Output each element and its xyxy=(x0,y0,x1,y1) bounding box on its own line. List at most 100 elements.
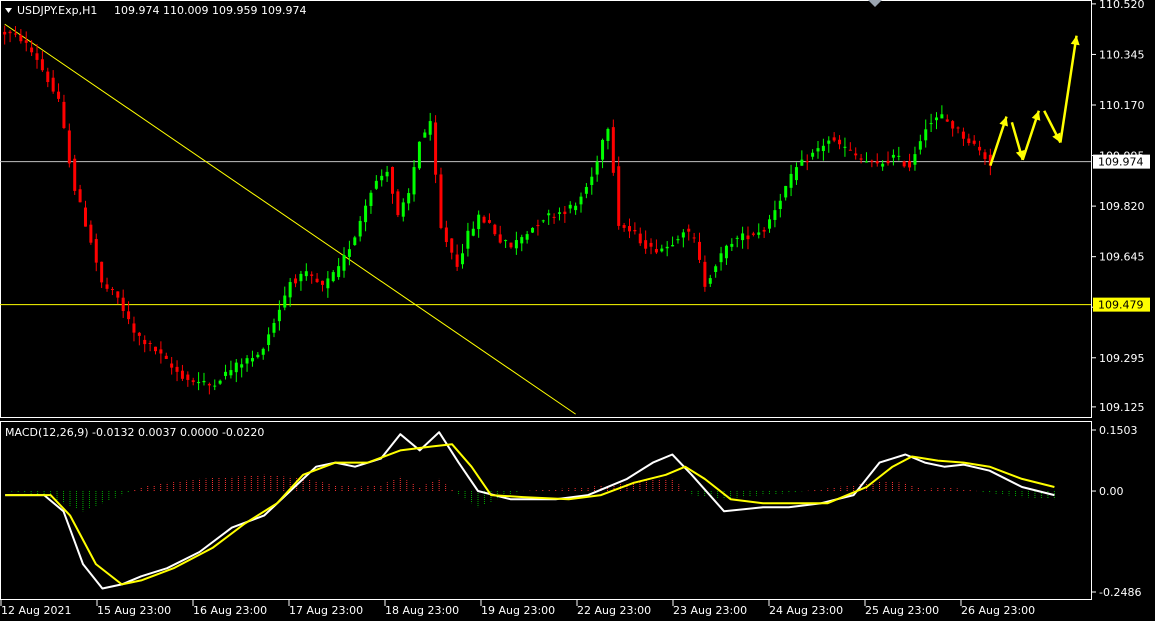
ohlc-values: 109.974 110.009 109.959 109.974 xyxy=(114,4,306,17)
candle-body xyxy=(137,332,141,336)
time-tick-label: 24 Aug 23:00 xyxy=(769,604,843,617)
candle-body xyxy=(601,139,605,160)
candle-body xyxy=(374,180,378,189)
candle-body xyxy=(978,146,982,151)
candle-body xyxy=(611,127,615,173)
candle-body xyxy=(35,53,39,60)
candle-body xyxy=(267,334,271,345)
candle-body xyxy=(471,228,475,236)
candle-body xyxy=(369,192,373,206)
candle-body xyxy=(875,161,879,164)
candle-body xyxy=(170,363,174,368)
candle-body xyxy=(175,366,179,372)
candle-body xyxy=(649,242,653,247)
candle xyxy=(396,189,400,218)
candle-body xyxy=(283,295,287,308)
candle-body xyxy=(277,309,281,322)
candle-body xyxy=(423,132,427,138)
candle-body xyxy=(552,216,556,218)
candle-body xyxy=(57,91,61,99)
candle-body xyxy=(127,311,131,320)
candle-body xyxy=(692,237,696,239)
candle-body xyxy=(288,282,292,298)
price-tick-label: 109.125 xyxy=(1099,401,1145,414)
candle-body xyxy=(843,146,847,148)
price-tick-label: 110.520 xyxy=(1099,0,1145,11)
candle-body xyxy=(719,253,723,263)
candle-body xyxy=(67,130,71,164)
candle-body xyxy=(3,31,7,35)
candle-body xyxy=(617,166,621,226)
candle xyxy=(611,119,615,176)
candle-body xyxy=(94,239,98,263)
candle-body xyxy=(256,354,260,358)
candle-body xyxy=(477,214,481,230)
candle-body xyxy=(751,233,755,235)
candle-body xyxy=(945,119,949,122)
time-tick-label: 25 Aug 23:00 xyxy=(865,604,939,617)
candle-body xyxy=(450,238,454,253)
candle-body xyxy=(401,202,405,217)
candle-body xyxy=(51,77,55,92)
candle-body xyxy=(396,191,400,216)
candle-body xyxy=(951,121,955,129)
candle-body xyxy=(207,383,211,386)
candle-body xyxy=(390,166,394,194)
candle-body xyxy=(563,211,567,215)
candle-body xyxy=(110,288,114,290)
candle-body xyxy=(784,185,788,198)
candle-body xyxy=(940,114,944,119)
candle-body xyxy=(967,138,971,144)
candle-body xyxy=(224,371,228,376)
candle-body xyxy=(191,380,195,382)
candle-body xyxy=(164,355,168,359)
candle-body xyxy=(595,161,599,175)
candle-body xyxy=(40,59,44,71)
candle-body xyxy=(665,246,669,249)
candle-body xyxy=(466,230,470,249)
candle-body xyxy=(547,213,551,216)
support-price-label: 109.479 xyxy=(1093,297,1150,312)
candle-body xyxy=(234,362,238,373)
price-tick-label: 109.295 xyxy=(1099,352,1145,365)
candle-body xyxy=(159,349,163,354)
candle-body xyxy=(934,117,938,121)
candle-body xyxy=(956,127,960,129)
candle-body xyxy=(78,189,82,203)
candle-body xyxy=(644,240,648,249)
candle-body xyxy=(116,291,120,298)
candle-body xyxy=(924,129,928,141)
candle-body xyxy=(310,274,314,276)
candle-body xyxy=(299,273,303,282)
candle-body xyxy=(698,241,702,260)
candle-body xyxy=(854,153,858,156)
candle-body xyxy=(13,33,17,35)
time-tick-label: 18 Aug 23:00 xyxy=(385,604,459,617)
candle-body xyxy=(800,159,804,166)
candle xyxy=(73,154,77,195)
candle-body xyxy=(89,224,93,243)
candle xyxy=(531,227,535,234)
candle-body xyxy=(864,161,868,163)
candle-body xyxy=(493,224,497,235)
candle-body xyxy=(536,224,540,227)
candle-body xyxy=(487,220,491,223)
candle-body xyxy=(724,245,728,259)
candle-body xyxy=(687,228,691,232)
candle-body xyxy=(202,380,206,383)
candle-body xyxy=(778,200,782,210)
candle-body xyxy=(918,141,922,150)
candle-body xyxy=(412,167,416,195)
macd-tick-label: 0.00 xyxy=(1099,485,1124,498)
candle-body xyxy=(676,239,680,241)
candle-body xyxy=(520,237,524,244)
candle-body xyxy=(337,266,341,278)
symbol-label: USDJPY.Exp,H1 xyxy=(17,4,97,17)
candle-body xyxy=(261,348,265,355)
candle-body xyxy=(83,207,87,227)
candle-body xyxy=(62,101,66,128)
candle-body xyxy=(541,220,545,222)
candle-body xyxy=(439,174,443,228)
candle xyxy=(439,167,443,230)
candle-body xyxy=(730,243,734,247)
